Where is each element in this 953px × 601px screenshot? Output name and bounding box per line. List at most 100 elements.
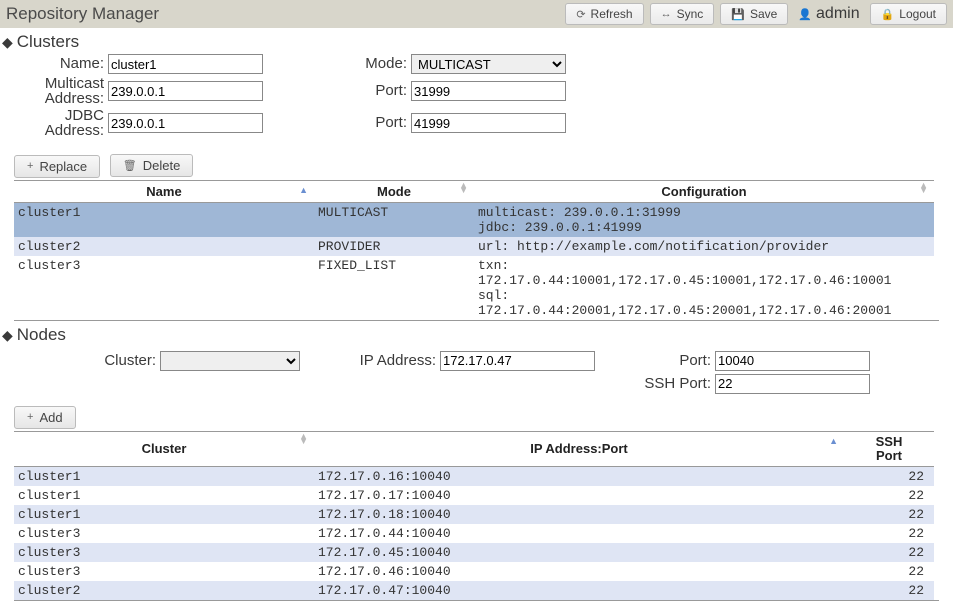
- ssh-input[interactable]: [715, 374, 870, 394]
- header-bar: Repository Manager ⟳ Refresh ↔ Sync 💾 Sa…: [0, 0, 953, 28]
- port-label: Port:: [625, 352, 715, 369]
- save-button[interactable]: 💾 Save: [720, 3, 788, 25]
- logout-label: Logout: [899, 7, 936, 21]
- col-ssh[interactable]: SSHPort: [844, 431, 934, 467]
- cell-ipport: 172.17.0.18:10040: [314, 505, 844, 524]
- cell-ssh: 22: [844, 486, 934, 505]
- table-row[interactable]: cluster1172.17.0.18:1004022: [14, 505, 934, 524]
- table-row[interactable]: cluster1172.17.0.16:1004022: [14, 467, 934, 487]
- cell-ssh: 22: [844, 543, 934, 562]
- sync-button[interactable]: ↔ Sync: [650, 3, 715, 25]
- table-row[interactable]: cluster3172.17.0.44:1004022: [14, 524, 934, 543]
- cell-cluster: cluster1: [14, 505, 314, 524]
- replace-button[interactable]: + Replace: [14, 155, 100, 178]
- table-row[interactable]: cluster2172.17.0.47:1004022: [14, 581, 934, 600]
- app-title: Repository Manager: [6, 4, 159, 24]
- col-mode[interactable]: Mode▲▼: [314, 180, 474, 202]
- cell-mode: MULTICAST: [314, 202, 474, 237]
- col-config[interactable]: Configuration▲▼: [474, 180, 934, 202]
- mode-select[interactable]: MULTICAST: [411, 54, 566, 74]
- table-row[interactable]: cluster1172.17.0.17:1004022: [14, 486, 934, 505]
- cell-cluster: cluster1: [14, 486, 314, 505]
- cell-cluster: cluster3: [14, 543, 314, 562]
- nodes-heading: ◆ Nodes: [2, 325, 953, 345]
- refresh-label: Refresh: [591, 7, 633, 21]
- nodes-table: Cluster▲▼ IP Address:Port▲ SSHPort clust…: [14, 431, 934, 601]
- port1-label: Port:: [323, 83, 411, 99]
- clusters-table: Name▲ Mode▲▼ Configuration▲▼ cluster1MUL…: [14, 180, 934, 320]
- col-name[interactable]: Name▲: [14, 180, 314, 202]
- diamond-icon: ◆: [2, 328, 13, 342]
- cell-ipport: 172.17.0.46:10040: [314, 562, 844, 581]
- cell-name: cluster2: [14, 237, 314, 256]
- port1-input[interactable]: [411, 81, 566, 101]
- cell-ipport: 172.17.0.47:10040: [314, 581, 844, 600]
- replace-label: Replace: [39, 159, 87, 174]
- table-row[interactable]: cluster2PROVIDERurl: http://example.com/…: [14, 237, 934, 256]
- cluster-select[interactable]: [160, 351, 300, 371]
- cell-mode: PROVIDER: [314, 237, 474, 256]
- cell-name: cluster3: [14, 256, 314, 320]
- add-button[interactable]: + Add: [14, 406, 76, 429]
- sort-icon: ▲▼: [459, 183, 468, 194]
- cell-ipport: 172.17.0.44:10040: [314, 524, 844, 543]
- cell-ssh: 22: [844, 581, 934, 600]
- cluster-label: Cluster:: [10, 352, 160, 369]
- cell-ipport: 172.17.0.16:10040: [314, 467, 844, 487]
- cell-config: url: http://example.com/notification/pro…: [474, 237, 934, 256]
- refresh-button[interactable]: ⟳ Refresh: [565, 3, 643, 25]
- clusters-form: Name: Mode: MULTICAST MulticastAddress: …: [0, 54, 953, 146]
- table-row[interactable]: cluster3FIXED_LISTtxn: 172.17.0.44:10001…: [14, 256, 934, 320]
- cell-config: multicast: 239.0.0.1:31999jdbc: 239.0.0.…: [474, 202, 934, 237]
- sort-asc-icon: ▲: [829, 436, 838, 446]
- cell-ssh: 22: [844, 467, 934, 487]
- name-input[interactable]: [108, 54, 263, 74]
- name-label: Name:: [10, 56, 108, 72]
- delete-button[interactable]: 🗑 Delete: [110, 154, 194, 177]
- lock-icon: 🔒: [881, 8, 895, 21]
- table-row[interactable]: cluster1MULTICASTmulticast: 239.0.0.1:31…: [14, 202, 934, 237]
- table-row[interactable]: cluster3172.17.0.45:1004022: [14, 543, 934, 562]
- cell-name: cluster1: [14, 202, 314, 237]
- table-row[interactable]: cluster3172.17.0.46:1004022: [14, 562, 934, 581]
- plus-icon: +: [27, 160, 33, 172]
- plus-icon: +: [27, 411, 33, 423]
- port2-label: Port:: [323, 115, 411, 131]
- cell-config: txn: 172.17.0.44:10001,172.17.0.45:10001…: [474, 256, 934, 320]
- ssh-label: SSH Port:: [625, 375, 715, 392]
- delete-label: Delete: [143, 158, 181, 173]
- cell-ipport: 172.17.0.17:10040: [314, 486, 844, 505]
- port-input[interactable]: [715, 351, 870, 371]
- sync-icon: ↔: [661, 8, 672, 20]
- jdbc-addr-label: JDBCAddress:: [10, 108, 108, 138]
- nodes-form: Cluster: IP Address: Port: SSH Port:: [0, 347, 953, 398]
- user-label: 👤 admin: [798, 5, 859, 23]
- cell-ssh: 22: [844, 524, 934, 543]
- jdbc-addr-input[interactable]: [108, 113, 263, 133]
- multicast-addr-input[interactable]: [108, 81, 263, 101]
- logout-button[interactable]: 🔒 Logout: [870, 3, 947, 25]
- save-label: Save: [750, 7, 777, 21]
- multicast-addr-label: MulticastAddress:: [10, 76, 108, 106]
- ip-input[interactable]: [440, 351, 595, 371]
- col-cluster[interactable]: Cluster▲▼: [14, 431, 314, 467]
- cell-ipport: 172.17.0.45:10040: [314, 543, 844, 562]
- port2-input[interactable]: [411, 113, 566, 133]
- cell-mode: FIXED_LIST: [314, 256, 474, 320]
- add-label: Add: [39, 410, 62, 425]
- clusters-heading: ◆ Clusters: [2, 32, 953, 52]
- cell-cluster: cluster3: [14, 562, 314, 581]
- sort-asc-icon: ▲: [299, 185, 308, 195]
- save-icon: 💾: [731, 8, 745, 21]
- diamond-icon: ◆: [2, 35, 13, 49]
- cell-ssh: 22: [844, 505, 934, 524]
- clusters-title: Clusters: [17, 32, 79, 52]
- cell-cluster: cluster3: [14, 524, 314, 543]
- cell-cluster: cluster1: [14, 467, 314, 487]
- user-name: admin: [816, 5, 860, 23]
- nodes-title: Nodes: [17, 325, 66, 345]
- user-icon: 👤: [798, 8, 812, 21]
- sync-label: Sync: [677, 7, 704, 21]
- sort-icon: ▲▼: [299, 434, 308, 445]
- col-ipport[interactable]: IP Address:Port▲: [314, 431, 844, 467]
